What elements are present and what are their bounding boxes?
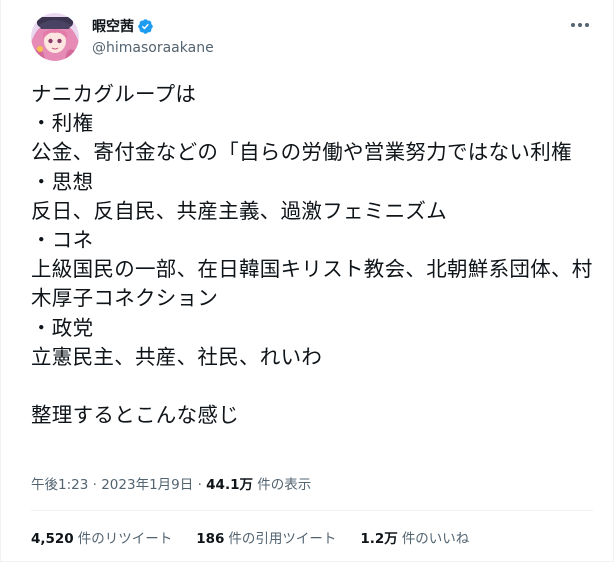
user-handle[interactable]: @himasoraakane xyxy=(92,40,214,56)
quotes-label: 件の引用ツイート xyxy=(228,531,337,547)
likes-count: 1.2万 xyxy=(360,531,398,547)
likes-stat[interactable]: 1.2万 件のいいね xyxy=(360,527,469,547)
likes-label: 件のいいね xyxy=(401,531,470,547)
retweets-count: 4,520 xyxy=(31,531,74,547)
views-count: 44.1万 xyxy=(206,477,253,493)
tweet-date[interactable]: 2023年1月9日 xyxy=(101,477,193,493)
display-name-row: 暇空茜 xyxy=(92,17,214,35)
views-label: 件の表示 xyxy=(257,477,312,493)
display-name[interactable]: 暇空茜 xyxy=(92,16,134,36)
tweet-time[interactable]: 午後1:23 xyxy=(31,477,88,493)
quotes-count: 186 xyxy=(196,531,225,547)
meta-separator: · xyxy=(197,477,202,493)
retweets-label: 件のリツイート xyxy=(77,531,173,547)
avatar[interactable] xyxy=(31,13,79,61)
verified-badge-icon xyxy=(137,18,154,35)
avatar-image xyxy=(31,13,79,61)
engagement-stats: 4,520 件のリツイート 186 件の引用ツイート 1.2万 件のいいね xyxy=(31,527,493,547)
retweets-stat[interactable]: 4,520 件のリツイート xyxy=(31,527,172,547)
more-options-icon[interactable] xyxy=(567,15,593,35)
tweet-card: 暇空茜 @himasoraakane ナニカグループは ・利権 公金、寄付金など… xyxy=(0,0,614,562)
divider xyxy=(31,510,593,511)
user-names: 暇空茜 @himasoraakane xyxy=(92,17,214,56)
tweet-meta: 午後1:23 · 2023年1月9日 · 44.1万 件の表示 xyxy=(31,473,311,493)
meta-separator: · xyxy=(92,477,97,493)
tweet-text: ナニカグループは ・利権 公金、寄付金などの「自らの労働や営業努力ではない利権 … xyxy=(31,82,593,428)
quotes-stat[interactable]: 186 件の引用ツイート xyxy=(196,527,336,547)
tweet-header: 暇空茜 @himasoraakane xyxy=(31,13,593,65)
